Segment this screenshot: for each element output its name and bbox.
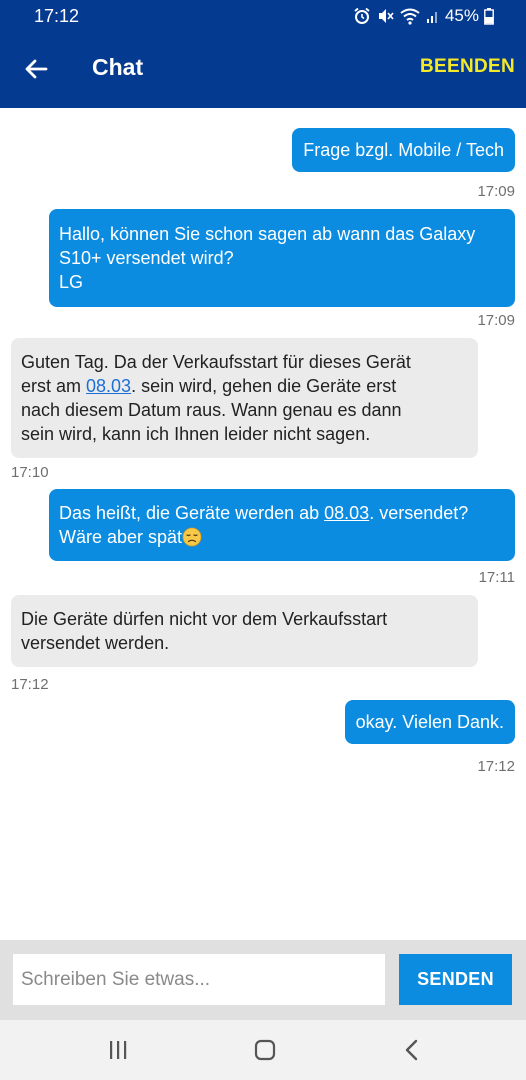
message-input[interactable] [13,954,385,1005]
message-text: okay. Vielen Dank. [355,712,504,732]
system-nav-bar [0,1020,526,1080]
back-arrow-icon [25,59,48,79]
message-text: Das heißt, die Geräte werden ab 08.03. v… [59,503,469,547]
date-link[interactable]: 08.03 [86,376,131,396]
message-bubble-outgoing: Das heißt, die Geräte werden ab 08.03. v… [49,489,515,561]
home-button[interactable] [250,1035,280,1065]
status-time: 17:12 [34,6,80,26]
alarm-icon [354,7,370,24]
message-bubble-outgoing: Frage bzgl. Mobile / Tech [292,128,515,172]
message-text: Die Geräte dürfen nicht vor dem Verkaufs… [21,609,388,653]
battery-icon [484,7,494,25]
message-bubble-incoming: Die Geräte dürfen nicht vor dem Verkaufs… [11,595,478,667]
message-time: 17:11 [478,569,515,586]
message-time: 17:12 [11,676,49,693]
message-text: Hallo, können Sie schon sagen ab wann da… [59,224,476,292]
battery-percent: 45% [444,6,479,25]
recents-icon [110,1041,127,1059]
message-time: 17:09 [477,183,515,200]
page-title: Chat [92,54,144,80]
status-bar: 17:12 45% [0,0,526,33]
wifi-icon [400,8,420,25]
disappointed-face-icon [182,527,202,547]
message-bubble-outgoing: Hallo, können Sie schon sagen ab wann da… [49,209,515,307]
message-time: 17:09 [477,312,515,329]
app-bar: Chat BEENDEN [0,33,526,108]
message-time: 17:12 [477,758,515,775]
home-icon [254,1039,276,1061]
send-button[interactable]: SENDEN [399,954,512,1005]
status-icons: 45% [353,6,494,26]
message-bubble-incoming: Guten Tag. Da der Verkaufsstart für dies… [11,338,478,458]
message-bubble-outgoing: okay. Vielen Dank. [344,700,515,744]
back-button[interactable] [20,53,52,85]
recents-button[interactable] [103,1035,133,1065]
date-link[interactable]: 08.03 [324,503,369,523]
composer-bar: SENDEN [0,940,526,1020]
nav-back-icon [405,1039,418,1061]
chat-messages[interactable]: Frage bzgl. Mobile / Tech 17:09 Hallo, k… [0,108,526,940]
message-text: Guten Tag. Da der Verkaufsstart für dies… [21,352,411,444]
signal-icon [426,12,437,23]
message-time: 17:10 [11,464,49,481]
message-text: Frage bzgl. Mobile / Tech [303,140,504,160]
end-chat-button[interactable]: BEENDEN [420,56,515,78]
nav-back-button[interactable] [397,1035,427,1065]
mute-icon [378,9,394,23]
